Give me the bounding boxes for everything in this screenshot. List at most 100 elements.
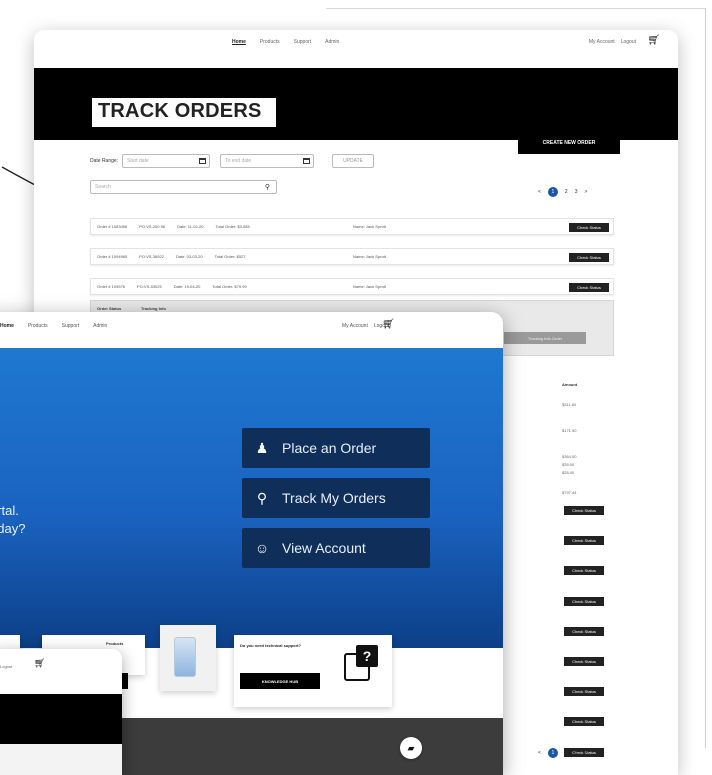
order-total: Total Order: $79.99: [212, 284, 247, 289]
place-order-button[interactable]: ♟ Place an Order: [242, 428, 430, 468]
view-account-label: View Account: [282, 540, 366, 556]
tracking-info-order-button[interactable]: Tracking Info Order: [504, 332, 586, 344]
user-icon: ☺: [254, 540, 270, 556]
end-date-placeholder: To end date: [225, 158, 252, 164]
update-button[interactable]: UPDATE: [332, 154, 374, 168]
support-card: Do you need technical support? KNOWLEDGE…: [234, 635, 392, 707]
order-number: Order # 109576: [97, 284, 126, 289]
product-image-card: [160, 625, 216, 691]
check-status-button[interactable]: Check Status: [564, 657, 604, 666]
tracking-info-label: Tracking Info: [141, 306, 166, 311]
order-po: PO:VS-53025: [137, 284, 162, 289]
products-card-title: Products: [106, 641, 124, 646]
question-icon: ?: [356, 645, 378, 667]
summary-total: $797.44: [562, 490, 577, 495]
map-pin-icon: ⚲: [256, 489, 268, 506]
pagination: < 1 2 3 >: [538, 187, 587, 197]
order-number: Order # 1083496: [97, 224, 128, 229]
date-range-label: Date Range:: [90, 158, 119, 164]
pager-prev[interactable]: <: [538, 750, 541, 756]
order-row[interactable]: Order # 109576 PO:VS-53025 Date: 19-04-2…: [90, 278, 614, 295]
check-status-button[interactable]: Check Status: [564, 687, 604, 697]
check-status-button[interactable]: Check Status: [569, 223, 609, 232]
order-name: Name: Jack Sprott: [353, 284, 386, 289]
nav-support[interactable]: Support: [62, 323, 80, 329]
check-status-button[interactable]: Check Status: [569, 283, 609, 292]
view-account-button[interactable]: ☺ View Account: [242, 528, 430, 568]
summary-cell: $364.00: [562, 454, 577, 459]
pager-current[interactable]: 1: [547, 748, 558, 758]
create-new-order-button[interactable]: CREATE NEW ORDER: [518, 132, 620, 154]
search-input[interactable]: Search ⚲: [90, 180, 277, 194]
check-status-button[interactable]: Check Status: [564, 506, 604, 515]
start-date-input[interactable]: Start date: [122, 154, 211, 168]
nav-home[interactable]: Home: [0, 323, 14, 329]
pager-page-2[interactable]: 2: [565, 750, 568, 756]
cart-icon[interactable]: 🛒︎: [382, 319, 395, 330]
support-question: Do you need technical support?: [240, 643, 301, 648]
order-number: Order # 1094965: [97, 254, 128, 259]
order-name: Name: Jack Sprott: [353, 224, 386, 229]
order-status-label: Order Status: [97, 306, 122, 311]
portal-nav: Home Products Support Admin My Account L…: [0, 312, 503, 348]
check-status-button[interactable]: Check Status: [564, 626, 604, 636]
summary-cell: $28.40: [562, 470, 575, 475]
pager-page-3[interactable]: 3: [575, 189, 578, 195]
order-date: Date: 03-03-20: [175, 254, 203, 259]
pager-prev[interactable]: <: [538, 189, 541, 195]
order-name: Name: Jack Sprott: [353, 254, 386, 259]
page-title: TRACK ORDERS: [92, 98, 276, 127]
cart-icon[interactable]: 🛒︎: [34, 658, 45, 669]
summary-cell: $35.00: [562, 462, 575, 467]
my-account-link[interactable]: My Account: [342, 323, 368, 329]
search-icon[interactable]: ⚲: [265, 183, 270, 191]
order-date: Date: 19-04-20: [173, 284, 201, 289]
check-status-button[interactable]: Check Status: [564, 536, 604, 546]
knowledge-hub-button[interactable]: KNOWLEDGE HUB: [240, 673, 320, 689]
pager-next[interactable]: >: [584, 189, 587, 195]
check-status-button[interactable]: Check Status: [564, 566, 604, 576]
nav-home[interactable]: Home: [232, 39, 246, 45]
logout-link[interactable]: Logout: [0, 664, 12, 669]
nav-support[interactable]: Support: [294, 39, 312, 45]
amount-cell: $311.60: [562, 402, 577, 407]
preview-banner: [0, 694, 122, 744]
calendar-icon[interactable]: [303, 158, 311, 164]
chat-icon[interactable]: ▰: [400, 737, 422, 759]
search-placeholder: Search: [95, 184, 111, 190]
hero-text: ortal. oday?: [0, 502, 25, 538]
nav-admin[interactable]: Admin: [325, 39, 339, 45]
order-po: PO:VS-200 96: [139, 224, 166, 229]
order-row[interactable]: Order # 1083496 PO:VS-200 96 Date: 11-02…: [90, 218, 614, 235]
order-total: Total Order: $3,085: [215, 224, 250, 229]
my-account-link[interactable]: My Account: [589, 39, 615, 45]
nav-admin[interactable]: Admin: [93, 323, 107, 329]
pager-page-2[interactable]: 2: [565, 189, 568, 195]
calendar-icon[interactable]: [199, 158, 207, 164]
amount-cell: $171.90: [562, 428, 577, 433]
track-orders-label: Track My Orders: [282, 490, 386, 506]
place-order-label: Place an Order: [282, 440, 377, 456]
hero-line-1: ortal.: [0, 503, 19, 518]
end-date-input[interactable]: To end date: [220, 154, 315, 168]
check-status-button[interactable]: Check Status: [569, 253, 609, 262]
nav-products[interactable]: Products: [28, 323, 48, 329]
nav-products[interactable]: Products: [260, 39, 280, 45]
cart-icon[interactable]: 🛒︎: [647, 35, 660, 46]
pager-next[interactable]: >: [584, 750, 587, 756]
order-row[interactable]: Order # 1094965 PO:VS-38922 Date: 03-03-…: [90, 248, 614, 265]
person-pin-icon: ♟: [255, 439, 269, 456]
start-date-placeholder: Start date: [127, 158, 149, 164]
order-po: PO:VS-38922: [139, 254, 164, 259]
logout-link[interactable]: Logout: [621, 39, 636, 45]
pager-current[interactable]: 1: [547, 187, 558, 197]
track-orders-button[interactable]: ⚲ Track My Orders: [242, 478, 430, 518]
top-nav: Home Products Support Admin My Account L…: [34, 30, 678, 68]
pager-page-3[interactable]: 3: [575, 750, 578, 756]
hero-line-2: oday?: [0, 521, 26, 536]
collage-stage: Home Products Support Admin My Account L…: [0, 0, 712, 775]
check-status-button[interactable]: Check Status: [564, 717, 604, 727]
preview-body: [0, 744, 122, 775]
check-status-button[interactable]: Check Status: [564, 596, 604, 606]
frame-border-right: [705, 8, 706, 748]
